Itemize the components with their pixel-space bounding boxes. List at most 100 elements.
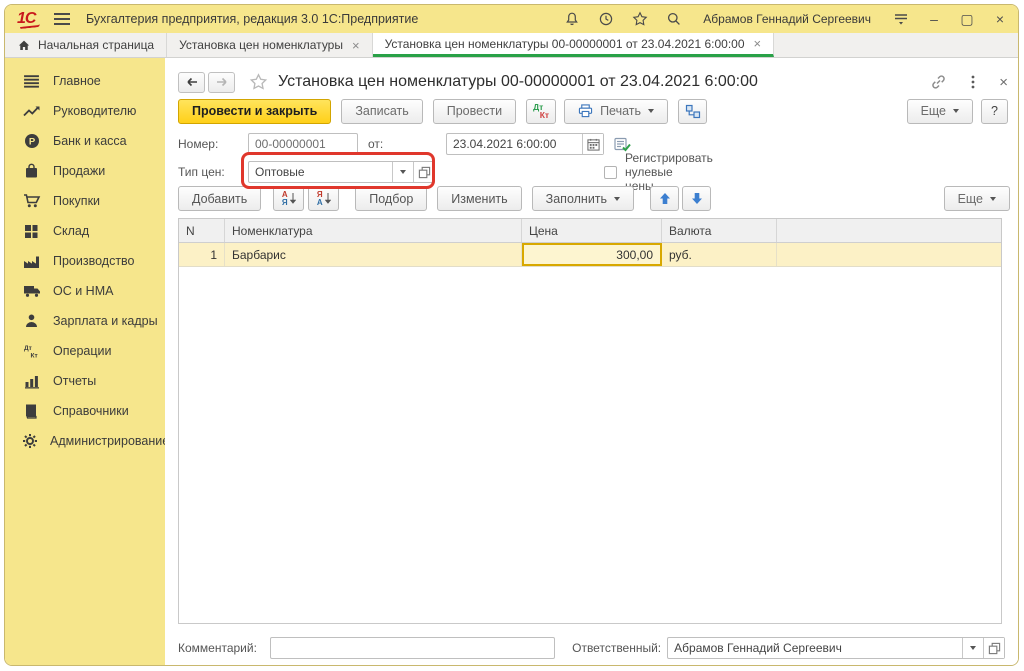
register-zero-prices-checkbox[interactable] <box>604 166 617 179</box>
gear-icon <box>22 432 38 450</box>
register-zero-prices-group: Регистрировать нулевые цены <box>604 159 695 185</box>
date-field[interactable]: 23.04.2021 6:00:00 <box>446 133 604 155</box>
items-table: N Номенклатура Цена Валюта 1 Барбарис 30… <box>178 218 1002 624</box>
open-item-icon[interactable] <box>983 638 1004 658</box>
table-more-button[interactable]: Еще <box>944 186 1010 211</box>
tab-price-setting-list[interactable]: Установка цен номенклатуры × <box>167 33 372 57</box>
minimize-icon[interactable]: – <box>926 12 942 26</box>
sidebar-item-administration[interactable]: Администрирование <box>5 426 165 456</box>
sort-ascending-button[interactable]: АЯ <box>273 186 304 211</box>
price-type-combo[interactable]: Оптовые <box>248 161 435 183</box>
form-more-button[interactable]: Еще <box>907 99 973 124</box>
column-header-currency[interactable]: Валюта <box>662 219 777 242</box>
table-row[interactable]: 1 Барбарис 300,00 руб. <box>179 243 1001 267</box>
change-button[interactable]: Изменить <box>437 186 521 211</box>
bar-chart-icon <box>22 372 41 390</box>
sidebar-item-bank-cash[interactable]: Р Банк и касса <box>5 126 165 156</box>
dt-kt-icon: ДтКт <box>22 342 41 360</box>
column-header-price[interactable]: Цена <box>522 219 662 242</box>
column-header-nomenclature[interactable]: Номенклатура <box>225 219 522 242</box>
nomenclature-cell[interactable]: Барбарис <box>225 243 522 266</box>
close-icon[interactable]: × <box>992 12 1008 26</box>
main-menu-icon[interactable] <box>54 10 70 28</box>
column-header-n[interactable]: N <box>179 219 225 242</box>
price-type-label: Тип цен: <box>178 165 248 179</box>
fill-button[interactable]: Заполнить <box>532 186 634 211</box>
sidebar-item-main[interactable]: Главное <box>5 66 165 96</box>
add-row-button[interactable]: Добавить <box>178 186 261 211</box>
structure-icon <box>685 104 701 119</box>
comment-input[interactable] <box>270 637 555 659</box>
row-number-cell[interactable]: 1 <box>179 243 225 266</box>
sidebar-item-salary-hr[interactable]: Зарплата и кадры <box>5 306 165 336</box>
tab-close-icon[interactable]: × <box>352 38 360 53</box>
forward-button[interactable] <box>208 72 235 93</box>
related-documents-button[interactable] <box>678 99 707 124</box>
sidebar-item-reports[interactable]: Отчеты <box>5 366 165 396</box>
dropdown-caret-icon <box>953 109 959 113</box>
dropdown-caret-icon <box>648 109 654 113</box>
pick-button[interactable]: Подбор <box>355 186 427 211</box>
truck-icon <box>22 282 41 300</box>
sales-bag-icon <box>22 162 41 180</box>
menu-lines-icon <box>22 72 41 90</box>
sidebar-item-fixed-assets[interactable]: ОС и НМА <box>5 276 165 306</box>
move-down-button[interactable] <box>682 186 711 211</box>
help-button[interactable]: ? <box>981 99 1008 124</box>
sidebar-item-sales[interactable]: Продажи <box>5 156 165 186</box>
price-cell-selected[interactable]: 300,00 <box>522 243 662 266</box>
more-dots-icon[interactable] <box>971 74 975 90</box>
document-posted-status-icon[interactable] <box>614 137 631 152</box>
combo-dropdown-icon[interactable] <box>392 162 413 182</box>
save-button[interactable]: Записать <box>341 99 422 124</box>
comment-label: Комментарий: <box>178 641 257 655</box>
row-filler-cell[interactable] <box>777 243 1001 266</box>
tab-home[interactable]: Начальная страница <box>5 33 167 57</box>
history-clock-icon[interactable] <box>597 11 614 28</box>
notifications-bell-icon[interactable] <box>563 11 580 28</box>
tab-close-icon[interactable]: × <box>754 36 762 51</box>
responsible-combo[interactable]: Абрамов Геннадий Сергеевич <box>667 637 1005 659</box>
post-and-close-button[interactable]: Провести и закрыть <box>178 99 331 124</box>
search-icon[interactable] <box>665 11 682 28</box>
tab-price-setting-document[interactable]: Установка цен номенклатуры 00-00000001 о… <box>373 33 775 57</box>
dt-kt-postings-button[interactable]: Дт Кт <box>526 99 556 124</box>
printer-icon <box>578 104 593 118</box>
sidebar-item-manager[interactable]: Руководителю <box>5 96 165 126</box>
home-icon <box>17 39 31 52</box>
favorites-star-icon[interactable] <box>631 11 648 28</box>
post-button[interactable]: Провести <box>433 99 516 124</box>
move-up-button[interactable] <box>650 186 679 211</box>
responsible-label: Ответственный: <box>572 641 661 655</box>
sidebar-item-production[interactable]: Производство <box>5 246 165 276</box>
get-link-icon[interactable] <box>930 74 947 90</box>
open-item-icon[interactable] <box>413 162 434 182</box>
tab-label: Начальная страница <box>38 38 154 52</box>
currency-cell[interactable]: руб. <box>662 243 777 266</box>
section-sidebar: Главное Руководителю Р Банк и касса Прод… <box>5 58 165 666</box>
tab-bar: Начальная страница Установка цен номенкл… <box>5 33 1018 58</box>
calendar-icon[interactable] <box>582 134 603 154</box>
form-title: Установка цен номенклатуры 00-00000001 о… <box>278 73 758 91</box>
sidebar-item-directories[interactable]: Справочники <box>5 396 165 426</box>
sidebar-item-purchases[interactable]: Покупки <box>5 186 165 216</box>
app-title: Бухгалтерия предприятия, редакция 3.0 1С… <box>86 12 418 26</box>
sort-descending-button[interactable]: ЯА <box>308 186 339 211</box>
favorite-star-icon[interactable] <box>249 73 268 91</box>
maximize-icon[interactable]: ▢ <box>959 12 975 26</box>
shopping-cart-icon <box>22 192 41 210</box>
sidebar-item-operations[interactable]: ДтКт Операции <box>5 336 165 366</box>
number-field[interactable]: 00-00000001 <box>248 133 358 155</box>
close-form-icon[interactable]: × <box>999 74 1008 91</box>
back-button[interactable] <box>178 72 205 93</box>
combo-dropdown-icon[interactable] <box>962 638 983 658</box>
current-user[interactable]: Абрамов Геннадий Сергеевич <box>703 12 871 26</box>
date-label: от: <box>368 137 438 151</box>
dropdown-caret-icon <box>614 197 620 201</box>
print-button[interactable]: Печать <box>564 99 668 124</box>
document-form: Установка цен номенклатуры 00-00000001 о… <box>165 58 1018 666</box>
service-menu-icon[interactable] <box>892 11 909 28</box>
column-header-filler <box>777 219 1001 242</box>
sidebar-item-warehouse[interactable]: Склад <box>5 216 165 246</box>
ruble-coin-icon: Р <box>22 132 41 150</box>
